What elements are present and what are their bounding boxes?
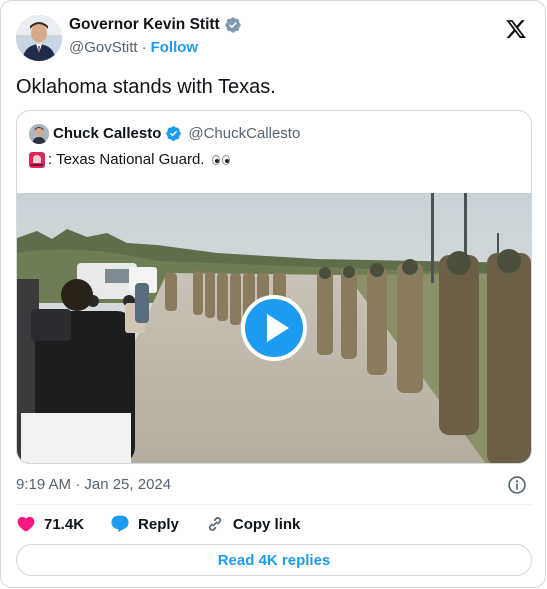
like-count: 71.4K [44, 515, 85, 533]
quoted-author-handle[interactable]: @ChuckCallesto [188, 125, 300, 142]
author-handle[interactable]: @GovStitt [69, 39, 138, 56]
author-name[interactable]: Governor Kevin Stitt [69, 16, 220, 34]
read-replies-button[interactable]: Read 4K replies [16, 544, 532, 576]
copy-link-button[interactable]: Copy link [205, 514, 301, 534]
video-thumbnail[interactable] [17, 193, 531, 463]
heart-icon [17, 516, 35, 532]
tweet-embed-card: Governor Kevin Stitt @GovStitt · Follow … [0, 0, 546, 588]
x-logo-icon[interactable] [505, 18, 527, 40]
tweet-timestamp[interactable]: 9:19 AM · Jan 25, 2024 [16, 476, 171, 493]
quoted-tweet[interactable]: Chuck Callesto @ChuckCallesto : Texas Na… [16, 110, 532, 464]
follow-button[interactable]: Follow [151, 39, 199, 56]
quoted-tweet-text-row: : Texas National Guard. [29, 151, 231, 168]
author-name-row[interactable]: Governor Kevin Stitt [69, 16, 242, 34]
divider [16, 504, 532, 505]
eyes-emoji-icon [212, 154, 231, 165]
quoted-tweet-text: : Texas National Guard. [48, 151, 205, 168]
reply-button[interactable]: Reply [110, 514, 179, 534]
play-button[interactable] [241, 295, 307, 361]
handle-separator: · [141, 39, 147, 56]
quoted-name-row: Chuck Callesto @ChuckCallesto [53, 125, 300, 142]
action-bar: 71.4K Reply Copy link [16, 514, 326, 534]
info-icon[interactable] [507, 475, 527, 495]
author-handle-row: @GovStitt · Follow [69, 39, 198, 56]
quoted-author-avatar[interactable] [29, 124, 49, 144]
author-avatar[interactable] [16, 15, 62, 61]
speech-bubble-icon [111, 515, 129, 533]
tweet-text: Oklahoma stands with Texas. [16, 76, 276, 98]
link-icon [208, 517, 221, 531]
verified-badge-icon [166, 126, 182, 141]
police-light-emoji-icon [29, 151, 45, 168]
verified-badge-icon [225, 17, 241, 33]
quoted-author-name[interactable]: Chuck Callesto [53, 125, 161, 142]
like-button[interactable]: 71.4K [16, 514, 84, 534]
copy-link-label: Copy link [232, 515, 301, 533]
reply-label: Reply [138, 515, 179, 533]
